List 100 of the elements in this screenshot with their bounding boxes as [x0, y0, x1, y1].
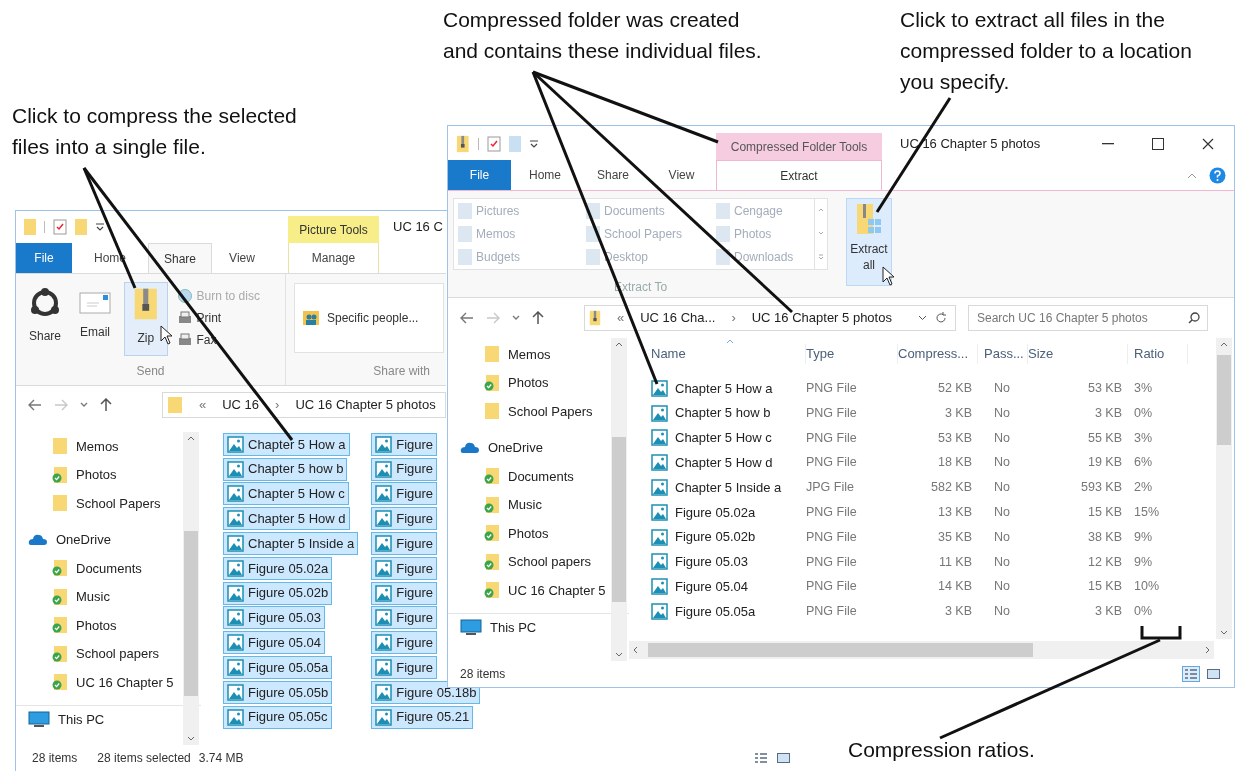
file-name-cell[interactable]: Figure 05.03 — [675, 552, 748, 572]
file-item[interactable]: Figure — [371, 556, 438, 580]
nav-item[interactable]: School papers — [76, 644, 160, 664]
nav-item[interactable]: Music — [76, 587, 110, 607]
column-header[interactable]: Type — [806, 344, 898, 364]
details-view-icon[interactable] — [752, 750, 770, 766]
ribbon-tab[interactable]: Extract — [716, 160, 882, 190]
dropdown-caret-icon[interactable] — [512, 315, 520, 321]
file-item[interactable]: Figure — [371, 507, 438, 531]
file-name-cell[interactable]: Chapter 5 how b — [675, 403, 771, 423]
file-item[interactable]: Figure 05.05b — [223, 680, 333, 704]
file-name-cell[interactable]: Chapter 5 How c — [675, 428, 772, 448]
close-icon[interactable] — [1202, 137, 1214, 150]
file-item[interactable]: Figure 05.03 — [223, 606, 325, 630]
help-icon[interactable] — [1209, 167, 1226, 184]
column-header[interactable]: Pass... — [978, 344, 1028, 364]
file-item[interactable]: Figure 05.05c — [223, 705, 332, 729]
ribbon-tab[interactable]: File — [448, 160, 511, 190]
extract-all-button[interactable]: Extract all — [846, 198, 892, 286]
file-item[interactable]: Figure — [371, 606, 438, 630]
file-item[interactable]: Figure 05.04 — [223, 631, 325, 655]
ribbon-tab[interactable]: File — [16, 243, 72, 273]
file-item[interactable]: Chapter 5 how b — [223, 457, 348, 481]
search-field[interactable]: Search UC 16 Chapter 5 photos — [968, 305, 1208, 331]
file-item[interactable]: Figure 05.02b — [223, 581, 333, 605]
up-arrow-icon[interactable] — [532, 311, 544, 325]
large-icons-view-icon[interactable] — [774, 750, 792, 766]
file-item[interactable]: Figure — [371, 532, 438, 556]
address-bar[interactable]: « UC 16 › UC 16 Chapter 5 photos — [162, 392, 446, 418]
customize-caret-icon[interactable] — [528, 138, 539, 149]
file-item[interactable]: Figure — [371, 631, 438, 655]
nav-item[interactable]: Photos — [76, 615, 117, 635]
nav-item[interactable]: OneDrive — [488, 438, 543, 458]
nav-item[interactable]: Documents — [76, 558, 142, 578]
scrollbar[interactable] — [611, 338, 627, 661]
minimize-icon[interactable] — [1102, 142, 1114, 145]
ribbon-tab[interactable]: Share — [579, 160, 647, 190]
ribbon-tab[interactable]: View — [647, 160, 716, 190]
back-arrow-icon[interactable] — [460, 312, 474, 324]
nav-item[interactable]: UC 16 Chapter 5 — [76, 672, 174, 692]
path-segment[interactable]: UC 16 Cha... — [640, 308, 716, 328]
column-header[interactable]: Size — [1028, 344, 1128, 364]
ribbon-tab[interactable]: Home — [511, 160, 579, 190]
expand-gallery-icon[interactable] — [818, 253, 824, 260]
file-item[interactable]: Figure 05.21 — [371, 705, 474, 729]
refresh-icon[interactable] — [935, 312, 947, 324]
file-item[interactable]: Figure — [371, 581, 438, 605]
nav-item[interactable]: Photos — [76, 465, 117, 485]
file-name-cell[interactable]: Chapter 5 How d — [675, 453, 773, 473]
zip-button[interactable]: Zip — [124, 282, 168, 356]
file-item[interactable]: Figure 05.05a — [223, 656, 333, 680]
address-bar[interactable]: « UC 16 Cha... › UC 16 Chapter 5 photos — [584, 305, 956, 331]
file-name-cell[interactable]: Figure 05.04 — [675, 577, 748, 597]
dropdown-caret-icon[interactable] — [918, 315, 927, 321]
scrollbar[interactable] — [1216, 338, 1232, 639]
email-button[interactable]: Email — [74, 282, 117, 342]
nav-item[interactable]: Memos — [508, 344, 551, 364]
nav-item[interactable]: School Papers — [508, 401, 593, 421]
details-view-icon[interactable] — [1182, 666, 1200, 682]
dropdown-caret-icon[interactable] — [80, 402, 88, 408]
share-button[interactable]: Share — [24, 282, 67, 346]
file-item[interactable]: Figure — [371, 656, 438, 680]
back-arrow-icon[interactable] — [28, 399, 42, 411]
nav-item[interactable]: Photos — [508, 523, 549, 543]
nav-item[interactable]: Memos — [76, 436, 119, 456]
file-item[interactable]: Chapter 5 Inside a — [223, 532, 359, 556]
file-name-cell[interactable]: Chapter 5 Inside a — [675, 477, 782, 498]
file-item[interactable]: Figure 05.02a — [223, 556, 333, 580]
horizontal-scrollbar[interactable] — [629, 641, 1214, 659]
maximize-icon[interactable] — [1152, 137, 1164, 150]
file-name-cell[interactable]: Chapter 5 How a — [675, 378, 773, 399]
nav-item[interactable]: Photos — [508, 373, 549, 393]
collapse-caret-icon[interactable] — [1187, 172, 1197, 179]
nav-item[interactable]: This PC — [490, 617, 537, 637]
nav-item[interactable]: School papers — [508, 552, 592, 572]
ribbon-tab[interactable]: View — [212, 243, 272, 273]
path-segment[interactable]: UC 16 — [222, 395, 260, 415]
file-item[interactable]: Chapter 5 How c — [223, 482, 349, 506]
file-item[interactable]: Chapter 5 How d — [223, 507, 350, 531]
file-item[interactable]: Figure — [371, 432, 438, 456]
scrollbar[interactable] — [183, 432, 199, 745]
path-segment[interactable]: UC 16 Chapter 5 photos — [751, 308, 892, 328]
column-header[interactable]: Ratio — [1128, 344, 1188, 364]
column-header[interactable]: Compress... — [898, 344, 978, 364]
nav-item[interactable]: Music — [508, 495, 542, 515]
nav-item[interactable]: Documents — [508, 466, 574, 486]
nav-item[interactable]: OneDrive — [56, 530, 111, 550]
file-name-cell[interactable]: Figure 05.02a — [675, 502, 756, 523]
file-name-cell[interactable]: Figure 05.05a — [675, 601, 756, 622]
file-item[interactable]: Chapter 5 How a — [223, 432, 350, 456]
nav-item[interactable]: UC 16 Chapter 5 — [508, 580, 606, 600]
properties-icon[interactable] — [486, 135, 501, 152]
up-arrow-icon[interactable] — [100, 398, 112, 412]
column-header[interactable]: Name — [651, 344, 806, 364]
share-option[interactable]: Specific people... — [327, 309, 419, 327]
file-name-cell[interactable]: Figure 05.02b — [675, 527, 756, 547]
file-item[interactable]: Figure — [371, 482, 438, 506]
large-icons-view-icon[interactable] — [1204, 666, 1222, 682]
file-item[interactable]: Figure — [371, 457, 438, 481]
nav-item[interactable]: School Papers — [76, 493, 161, 513]
